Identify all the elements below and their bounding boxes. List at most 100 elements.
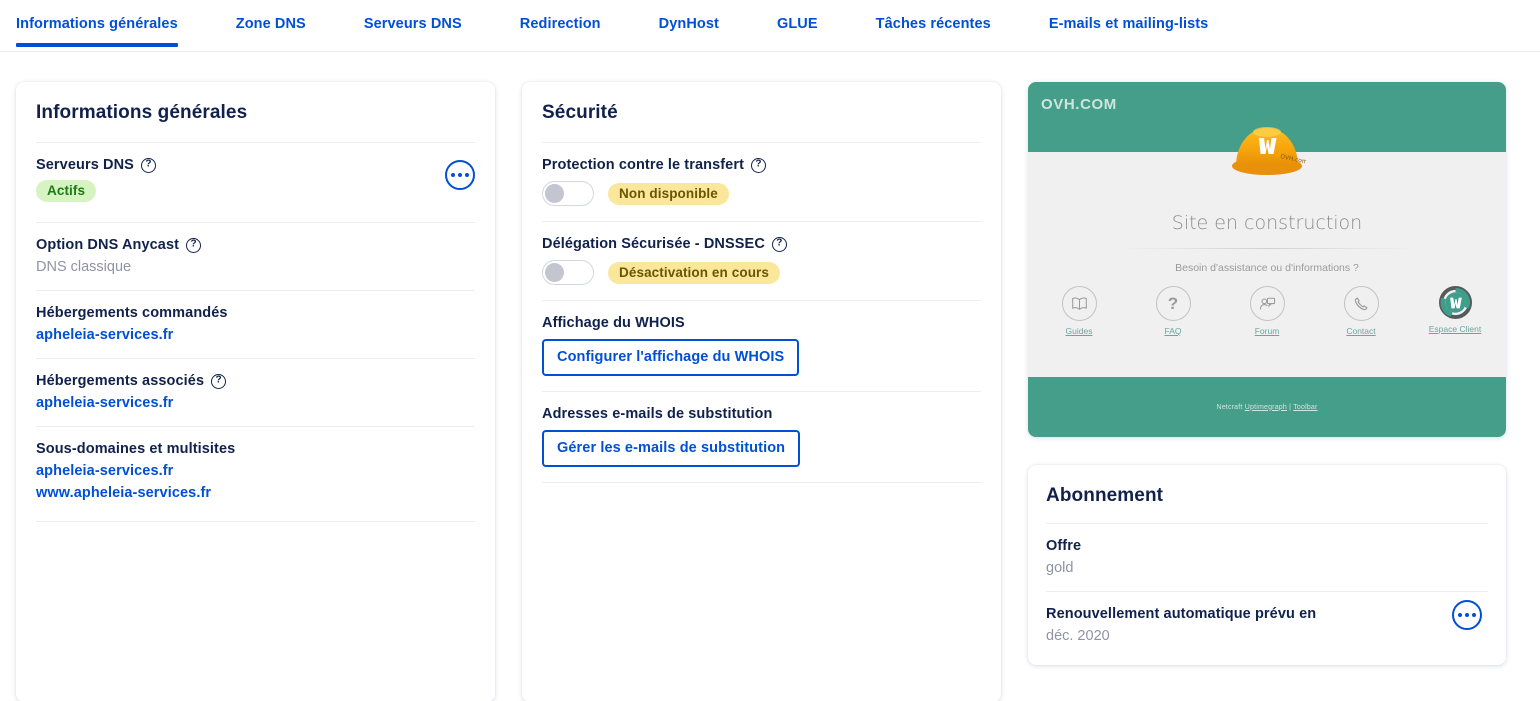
renewal-value: déc. 2020: [1046, 628, 1110, 644]
configure-whois-button[interactable]: Configurer l'affichage du WHOIS: [542, 339, 800, 376]
tab-emails-mailing-lists[interactable]: E-mails et mailing-lists: [1049, 0, 1209, 47]
hosting-ordered-link[interactable]: apheleia-services.fr: [36, 327, 475, 343]
ellipsis-dot: [451, 173, 455, 177]
column-general-info: Informations générales Serveurs DNS ? Ac…: [16, 82, 495, 701]
preview-link-guides[interactable]: Guides: [1050, 286, 1108, 336]
substitution-emails-label-wrap: Adresses e-mails de substitution: [542, 406, 981, 422]
preview-link-label: Guides: [1065, 326, 1093, 336]
security-title: Sécurité: [542, 102, 618, 123]
dnssec-control: Désactivation en cours: [542, 260, 981, 285]
whois-label: Affichage du WHOIS: [542, 315, 685, 331]
ellipsis-dot: [465, 173, 469, 177]
preview-link-label: Forum: [1254, 326, 1280, 336]
transfer-protection-label-wrap: Protection contre le transfert ?: [542, 157, 981, 173]
hosting-ordered-label: Hébergements commandés: [36, 305, 228, 321]
help-icon[interactable]: ?: [140, 157, 156, 173]
preview-assistance-text: Besoin d'assistance ou d'informations ?: [1175, 262, 1359, 274]
tab-dynhost[interactable]: DynHost: [659, 0, 719, 47]
toggle-knob: [545, 263, 564, 282]
phone-icon: [1343, 286, 1379, 321]
ovh-check-icon: [1438, 286, 1472, 319]
preview-link-forum[interactable]: Forum: [1238, 286, 1296, 336]
page-content: Informations générales Serveurs DNS ? Ac…: [0, 52, 1540, 701]
status-badge: Actifs: [36, 180, 97, 202]
subdomains-label-wrap: Sous-domaines et multisites: [36, 441, 475, 457]
renewal-label: Renouvellement automatique prévu en: [1046, 606, 1317, 622]
subdomains-label: Sous-domaines et multisites: [36, 441, 236, 457]
row-dnssec: Délégation Sécurisée - DNSSEC ? Désactiv…: [542, 221, 981, 300]
offer-value: gold: [1046, 560, 1074, 576]
tab-glue[interactable]: GLUE: [777, 0, 818, 47]
whois-label-wrap: Affichage du WHOIS: [542, 315, 981, 331]
row-hosting-associated: Hébergements associés ? apheleia-service…: [36, 358, 475, 426]
preview-link-label: Contact: [1346, 326, 1376, 336]
anycast-label: Option DNS Anycast: [36, 237, 180, 253]
transfer-protection-label: Protection contre le transfert: [542, 157, 745, 173]
footer-prefix: Netcraft: [1216, 403, 1245, 411]
anycast-label-wrap: Option DNS Anycast ?: [36, 237, 475, 253]
tab-taches-recentes[interactable]: Tâches récentes: [876, 0, 991, 47]
preview-link-label: FAQ: [1164, 326, 1182, 336]
security-bottom-divider: [542, 482, 981, 483]
toggle-knob: [545, 184, 564, 203]
preview-body: OVH.com Site en construction Besoin d'as…: [1028, 127, 1506, 377]
transfer-protection-control: Non disponible: [542, 181, 981, 206]
anycast-value: DNS classique: [36, 259, 132, 275]
ellipsis-dot: [1472, 613, 1476, 617]
subscription-title: Abonnement: [1046, 485, 1164, 506]
hosting-associated-label: Hébergements associés: [36, 373, 205, 389]
subscription-actions-button[interactable]: [1452, 600, 1482, 630]
subscription-card: Abonnement Offre gold Renouvellement aut…: [1028, 465, 1506, 665]
website-preview-card[interactable]: OVH.COM OVH.com Site en construction Bes…: [1028, 82, 1506, 437]
forum-icon: [1249, 286, 1285, 321]
subdomain-link[interactable]: apheleia-services.fr: [36, 463, 475, 479]
help-icon[interactable]: ?: [211, 373, 227, 389]
substitution-emails-label: Adresses e-mails de substitution: [542, 406, 773, 422]
preview-link-contact[interactable]: Contact: [1332, 286, 1390, 336]
dns-servers-actions-button[interactable]: [445, 160, 475, 190]
ovh-logo: OVH.COM: [1041, 96, 1117, 113]
tab-serveurs-dns[interactable]: Serveurs DNS: [364, 0, 462, 47]
dns-servers-label-wrap: Serveurs DNS ?: [36, 157, 475, 173]
offer-label: Offre: [1046, 538, 1082, 554]
preview-headline: Site en construction: [1171, 212, 1363, 234]
ellipsis-dot: [1465, 613, 1469, 617]
page-title: Informations générales: [36, 102, 248, 123]
manage-substitution-emails-button[interactable]: Gérer les e-mails de substitution: [542, 430, 801, 467]
footer-link-toolbar[interactable]: Toolbar: [1293, 404, 1317, 411]
help-icon[interactable]: ?: [751, 157, 767, 173]
preview-link-espace-client[interactable]: Espace Client: [1426, 286, 1484, 336]
security-card: Sécurité Protection contre le transfert …: [522, 82, 1001, 701]
construction-helmet-icon: OVH.com: [1232, 127, 1306, 175]
tab-zone-dns[interactable]: Zone DNS: [236, 0, 306, 47]
status-badge: Désactivation en cours: [608, 261, 781, 284]
tab-informations-generales[interactable]: Informations générales: [16, 0, 178, 47]
hosting-associated-link[interactable]: apheleia-services.fr: [36, 395, 475, 411]
column-preview-subscription: OVH.COM OVH.com Site en construction Bes…: [1028, 82, 1506, 665]
footer-link-uptimegraph[interactable]: Uptimegraph: [1245, 404, 1287, 411]
preview-link-faq[interactable]: ? FAQ: [1144, 286, 1202, 336]
preview-link-label: Espace Client: [1428, 324, 1482, 334]
preview-footer-band: Netcraft Uptimegraph | Toolbar: [1028, 377, 1506, 437]
main-tab-bar: Informations générales Zone DNS Serveurs…: [0, 0, 1540, 52]
dns-servers-label: Serveurs DNS: [36, 157, 134, 173]
row-transfer-protection: Protection contre le transfert ? Non dis…: [542, 142, 981, 221]
dnssec-toggle[interactable]: [542, 260, 594, 285]
row-dns-servers: Serveurs DNS ? Actifs: [36, 142, 475, 222]
hosting-associated-label-wrap: Hébergements associés ?: [36, 373, 475, 389]
help-icon[interactable]: ?: [771, 236, 787, 252]
tab-redirection[interactable]: Redirection: [520, 0, 601, 47]
ellipsis-dot: [1458, 613, 1462, 617]
help-icon-glyph: ?: [145, 158, 152, 170]
preview-divider: [1120, 248, 1414, 249]
help-icon-glyph: ?: [215, 374, 222, 386]
help-icon-glyph: ?: [776, 237, 783, 249]
dnssec-label: Délégation Sécurisée - DNSSEC: [542, 236, 765, 252]
question-mark-icon: ?: [1155, 286, 1191, 321]
transfer-protection-toggle[interactable]: [542, 181, 594, 206]
row-dns-anycast: Option DNS Anycast ? DNS classique: [36, 222, 475, 290]
help-icon[interactable]: ?: [186, 237, 202, 253]
preview-footer-text: Netcraft Uptimegraph | Toolbar: [1216, 404, 1317, 411]
row-hosting-ordered: Hébergements commandés apheleia-services…: [36, 290, 475, 358]
subdomain-link[interactable]: www.apheleia-services.fr: [36, 485, 475, 501]
